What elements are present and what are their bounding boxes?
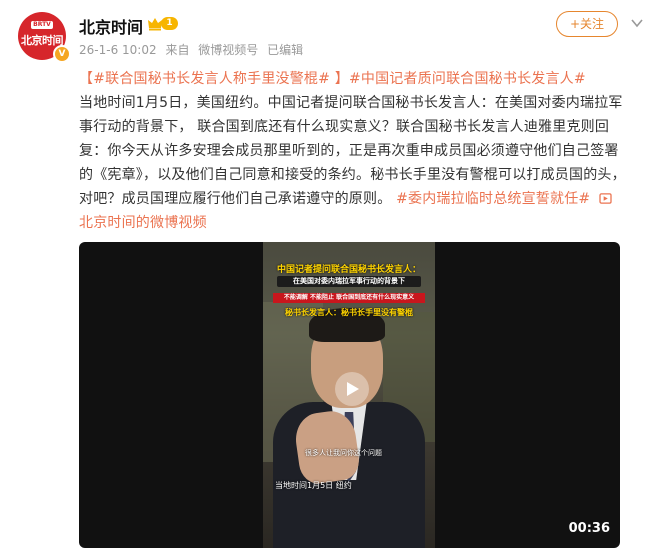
post-time[interactable]: 26-1-6 10:02: [79, 43, 157, 57]
from-label: 来自: [165, 43, 190, 57]
video-caption-line3: 不能调解 不能阻止 联合国到底还有什么现实意义: [273, 293, 425, 303]
video-duration: 00:36: [568, 521, 610, 536]
post-meta: 26-1-6 10:02 来自 微博视频号 已编辑: [79, 41, 308, 58]
bracket-open: 【: [79, 71, 94, 87]
edited-label: 已编辑: [267, 43, 304, 57]
video-link-icon: [599, 193, 612, 204]
member-badge[interactable]: 1: [147, 15, 179, 33]
post-content: 【#联合国秘书长发言人称手里没警棍# 】#中国记者质问联合国秘书长发言人# 当地…: [79, 67, 627, 235]
member-level: 1: [161, 17, 178, 30]
verified-badge-icon: V: [53, 45, 71, 63]
video-caption-title: 中国记者提问联合国秘书长发言人：: [276, 265, 421, 275]
play-button[interactable]: [335, 372, 369, 406]
weibo-post-card: BRTV 北京时间 V 北京时间 1 26-1-6 10:02 来自 微博视频号…: [0, 0, 649, 556]
play-icon: [347, 382, 359, 396]
video-caption-line4: 秘书长发言人：秘书长手里没有警棍: [285, 308, 413, 317]
topic-link-reporter[interactable]: #中国记者质问联合国秘书长发言人#: [349, 71, 586, 87]
video-caption-line2: 在美国对委内瑞拉军事行动的背景下: [277, 276, 421, 287]
video-link-label: 北京时间的微博视频: [79, 215, 207, 231]
topic-link-venezuela[interactable]: #委内瑞拉临时总统宣誓就任#: [396, 191, 590, 207]
follow-button[interactable]: +关注: [556, 11, 618, 37]
video-subtitle: 很多人让我问你这个问题: [305, 449, 382, 457]
account-name[interactable]: 北京时间: [79, 14, 143, 38]
video-frame: 中国记者提问联合国秘书长发言人： 在美国对委内瑞拉军事行动的背景下 不能调解 不…: [263, 242, 435, 548]
bracket-close: 】: [330, 71, 349, 87]
post-source[interactable]: 微博视频号: [198, 43, 258, 57]
avatar-brand-tag: BRTV: [31, 21, 53, 29]
video-player[interactable]: 中国记者提问联合国秘书长发言人： 在美国对委内瑞拉军事行动的背景下 不能调解 不…: [79, 242, 620, 548]
video-location-text: 当地时间1月5日 纽约: [275, 481, 352, 490]
chevron-down-icon[interactable]: [631, 18, 643, 28]
topic-link-title[interactable]: #联合国秘书长发言人称手里没警棍#: [93, 71, 330, 87]
